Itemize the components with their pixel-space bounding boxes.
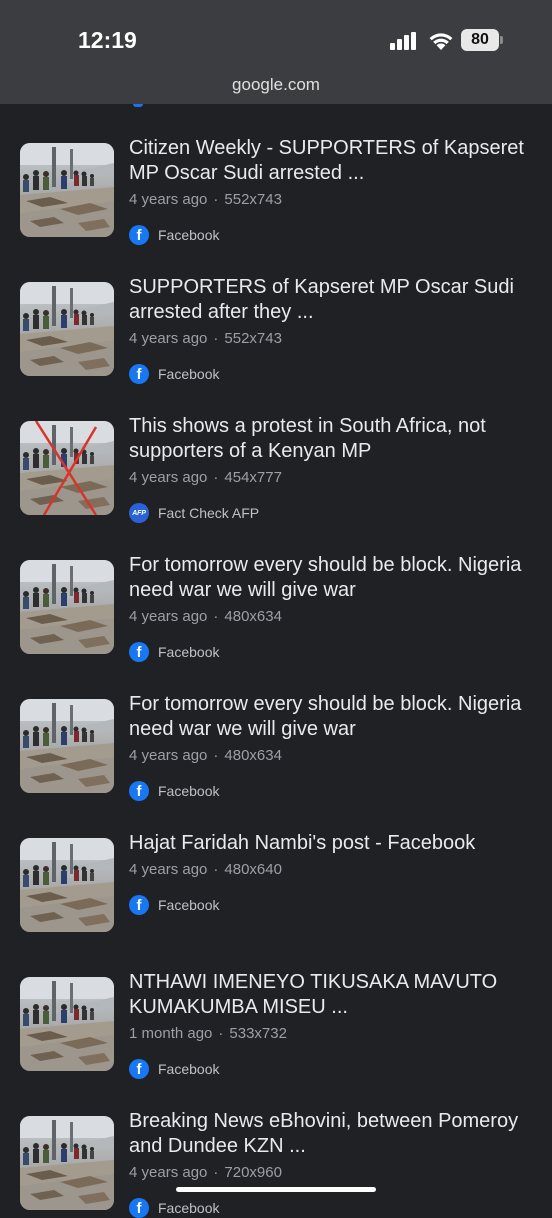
result-dimensions: 552x743 (224, 330, 282, 347)
facebook-icon: f (129, 642, 149, 662)
result-title[interactable]: For tomorrow every should be block. Nige… (129, 553, 541, 603)
result-meta: 4 years ago · 720x960 (129, 1164, 282, 1181)
result-title[interactable]: Breaking News eBhovini, between Pomeroy … (129, 1109, 541, 1159)
result-age: 4 years ago (129, 747, 208, 764)
wifi-icon (428, 29, 454, 56)
facebook-icon: f (129, 1059, 149, 1079)
result-thumbnail[interactable] (20, 143, 114, 237)
meta-separator: · (213, 608, 219, 625)
result-source[interactable]: f Facebook (129, 895, 219, 915)
result-source-name: Facebook (158, 1200, 220, 1216)
result-title[interactable]: For tomorrow every should be block. Nige… (129, 692, 541, 742)
result-source-name: Facebook (158, 227, 220, 243)
meta-separator: · (213, 1164, 219, 1181)
result-source[interactable]: f Facebook (129, 781, 219, 801)
result-title[interactable]: Hajat Faridah Nambi's post - Facebook (129, 831, 541, 856)
result-source[interactable]: f Facebook (129, 1059, 219, 1079)
result-meta: 4 years ago · 480x634 (129, 747, 282, 764)
result-thumbnail[interactable] (20, 838, 114, 932)
result-thumbnail[interactable] (20, 560, 114, 654)
result-source[interactable]: AFP Fact Check AFP (129, 503, 259, 523)
status-bar: 12:19 80 google.com (0, 0, 552, 104)
meta-separator: · (213, 191, 219, 208)
result-age: 4 years ago (129, 608, 208, 625)
result-thumbnail[interactable] (20, 282, 114, 376)
result-meta: 1 month ago · 533x732 (129, 1025, 287, 1042)
result-meta: 4 years ago · 454x777 (129, 469, 282, 486)
result-source-name: Facebook (158, 783, 220, 799)
result-title[interactable]: This shows a protest in South Africa, no… (129, 414, 541, 464)
meta-separator: · (218, 1025, 224, 1042)
facebook-icon: f (129, 781, 149, 801)
result-age: 4 years ago (129, 191, 208, 208)
meta-separator: · (213, 861, 219, 878)
result-source-name: Facebook (158, 644, 220, 660)
result-thumbnail[interactable] (20, 421, 114, 515)
cellular-signal-icon (390, 32, 418, 55)
result-source[interactable]: f Facebook (129, 364, 219, 384)
meta-separator: · (213, 330, 219, 347)
result-age: 1 month ago (129, 1025, 213, 1042)
result-age: 4 years ago (129, 1164, 208, 1181)
result-title[interactable]: NTHAWI IMENEYO TIKUSAKA MAVUTO KUMAKUMBA… (129, 970, 541, 1020)
result-title[interactable]: SUPPORTERS of Kapseret MP Oscar Sudi arr… (129, 275, 541, 325)
result-age: 4 years ago (129, 330, 208, 347)
result-meta: 4 years ago · 480x640 (129, 861, 282, 878)
result-thumbnail[interactable] (20, 977, 114, 1071)
facebook-icon: f (129, 225, 149, 245)
result-source-name: Facebook (158, 366, 220, 382)
meta-separator: · (213, 469, 219, 486)
result-age: 4 years ago (129, 469, 208, 486)
result-source-name: Facebook (158, 1061, 220, 1077)
result-thumbnail[interactable] (20, 699, 114, 793)
result-meta: 4 years ago · 480x634 (129, 608, 282, 625)
result-dimensions: 720x960 (224, 1164, 282, 1181)
result-thumbnail[interactable] (20, 1116, 114, 1210)
result-dimensions: 552x743 (224, 191, 282, 208)
result-age: 4 years ago (129, 861, 208, 878)
result-title[interactable]: Citizen Weekly - SUPPORTERS of Kapseret … (129, 136, 541, 186)
result-dimensions: 480x634 (224, 608, 282, 625)
result-meta: 4 years ago · 552x743 (129, 191, 282, 208)
partial-source-icon (133, 104, 143, 107)
facebook-icon: f (129, 364, 149, 384)
address-bar-url[interactable]: google.com (0, 75, 552, 95)
battery-indicator: 80 (461, 29, 499, 51)
meta-separator: · (213, 747, 219, 764)
status-time: 12:19 (78, 27, 137, 53)
result-dimensions: 480x634 (224, 747, 282, 764)
battery-tip (500, 36, 503, 44)
result-source[interactable]: f Facebook (129, 642, 219, 662)
home-indicator[interactable] (176, 1187, 376, 1192)
result-dimensions: 533x732 (229, 1025, 287, 1042)
result-source-name: Fact Check AFP (158, 505, 260, 521)
facebook-icon: f (129, 895, 149, 915)
result-dimensions: 480x640 (224, 861, 282, 878)
result-meta: 4 years ago · 552x743 (129, 330, 282, 347)
afp-icon: AFP (129, 503, 149, 523)
result-source[interactable]: f Facebook (129, 225, 219, 245)
result-dimensions: 454x777 (224, 469, 282, 486)
facebook-icon: f (129, 1198, 149, 1218)
result-source[interactable]: f Facebook (129, 1198, 219, 1218)
result-source-name: Facebook (158, 897, 220, 913)
